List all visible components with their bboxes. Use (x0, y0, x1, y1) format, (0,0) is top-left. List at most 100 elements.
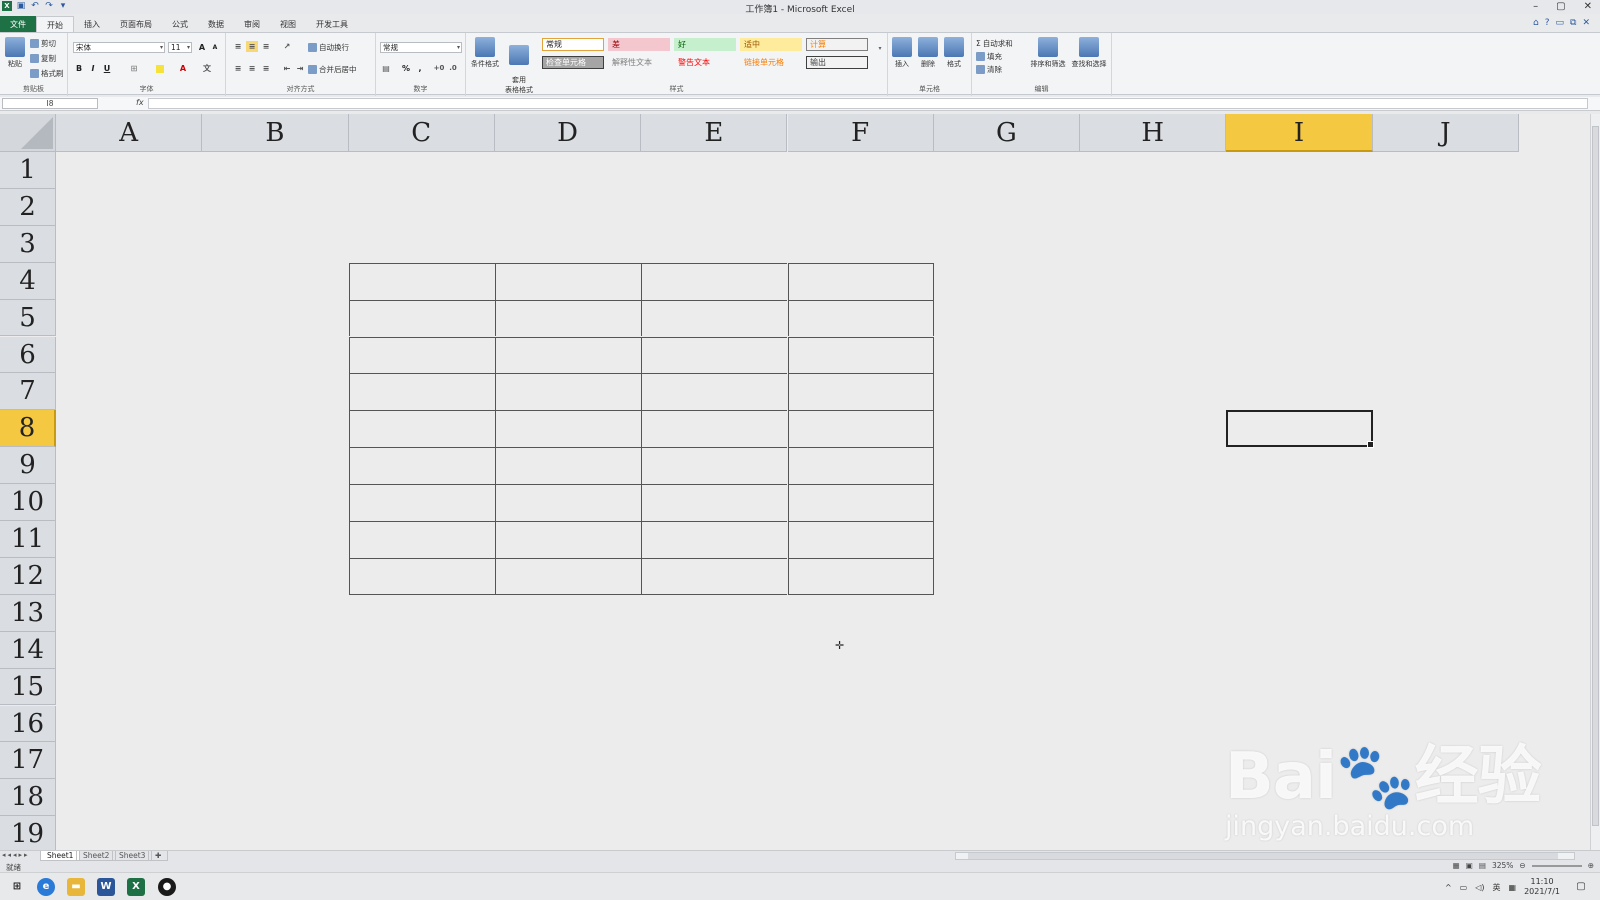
page-layout-view-icon[interactable]: ▣ (1466, 861, 1473, 870)
column-header-c[interactable]: C (348, 114, 495, 152)
sheet-tab-1[interactable]: Sheet1 (40, 851, 81, 861)
table-cell-e4[interactable] (641, 262, 788, 300)
zoom-level[interactable]: 325% (1492, 861, 1513, 870)
network-icon[interactable]: ▭ (1460, 883, 1468, 892)
file-explorer-icon[interactable]: ▬ (67, 878, 85, 896)
copy-button[interactable]: 复制 (30, 53, 56, 64)
align-bottom-icon[interactable]: ≡ (260, 41, 272, 52)
table-cell-d12[interactable] (494, 557, 642, 595)
workbook-restore-icon[interactable]: ⧉ (1570, 18, 1576, 28)
table-cell-c8[interactable] (348, 410, 495, 448)
column-header-i[interactable]: I (1226, 114, 1373, 152)
table-cell-f10[interactable] (787, 484, 934, 521)
table-cell-d5[interactable] (494, 299, 642, 337)
vertical-scroll-thumb[interactable] (1592, 126, 1599, 826)
table-cell-f6[interactable] (787, 336, 934, 374)
cell-style-2[interactable]: 好 (674, 38, 736, 51)
media-app-icon[interactable]: ● (158, 878, 176, 896)
table-cell-d9[interactable] (494, 447, 642, 485)
close-button[interactable]: ✕ (1584, 1, 1592, 12)
align-left-icon[interactable]: ≡ (232, 63, 244, 74)
align-top-icon[interactable]: ≡ (232, 41, 244, 52)
ime-indicator[interactable]: 英 (1493, 882, 1501, 893)
word-icon[interactable]: W (97, 878, 115, 896)
increase-indent-icon[interactable]: ⇥ (294, 63, 306, 74)
italic-button[interactable]: I (87, 63, 99, 74)
volume-icon[interactable]: ◁) (1475, 883, 1484, 892)
shrink-font-button[interactable]: A (209, 42, 221, 53)
tab-insert[interactable]: 插入 (74, 16, 110, 32)
table-cell-d4[interactable] (494, 262, 642, 300)
row-header-4[interactable]: 4 (0, 262, 56, 300)
browser-icon[interactable]: e (37, 878, 55, 896)
clock[interactable]: 11:10 2021/7/1 (1524, 877, 1560, 897)
decrease-decimal-icon[interactable]: .0 (447, 63, 459, 74)
tab-formulas[interactable]: 公式 (162, 16, 198, 32)
column-header-h[interactable]: H (1080, 114, 1227, 152)
wrap-text-button[interactable]: 自动换行 (308, 42, 349, 53)
restore-button[interactable]: ▢ (1556, 1, 1565, 12)
cell-style-5[interactable]: 检查单元格 (542, 56, 604, 69)
font-name-select[interactable]: 宋体 (73, 42, 165, 53)
column-header-j[interactable]: J (1372, 114, 1519, 152)
row-header-9[interactable]: 9 (0, 447, 56, 485)
row-header-11[interactable]: 11 (0, 521, 56, 558)
tab-home[interactable]: 开始 (36, 16, 74, 32)
align-center-icon[interactable]: ≡ (246, 63, 258, 74)
row-header-6[interactable]: 6 (0, 336, 56, 374)
cell-style-8[interactable]: 链接单元格 (740, 56, 802, 69)
cell-style-3[interactable]: 适中 (740, 38, 802, 51)
table-cell-e5[interactable] (641, 299, 788, 337)
table-cell-c10[interactable] (348, 484, 495, 521)
column-header-e[interactable]: E (641, 114, 788, 152)
vertical-scrollbar[interactable] (1590, 114, 1600, 852)
tray-arrow-icon[interactable]: ^ (1445, 883, 1452, 892)
cell-style-6[interactable]: 解释性文本 (608, 56, 670, 69)
tab-view[interactable]: 视图 (270, 16, 306, 32)
column-header-a[interactable]: A (56, 114, 203, 152)
excel-taskbar-icon[interactable]: X (127, 878, 145, 896)
windows-start-icon[interactable]: ⊞ (8, 878, 26, 896)
percent-button[interactable]: % (400, 63, 412, 74)
align-middle-icon[interactable]: ≡ (246, 41, 258, 52)
workbook-close-icon[interactable]: ✕ (1582, 18, 1590, 28)
table-cell-c7[interactable] (348, 373, 495, 411)
table-cell-c4[interactable] (348, 262, 495, 300)
row-header-3[interactable]: 3 (0, 225, 56, 263)
merge-center-button[interactable]: 合并后居中 (308, 64, 357, 75)
format-cells-button[interactable]: 格式 (940, 37, 968, 69)
sheet-tab-3[interactable]: Sheet3 (112, 851, 153, 861)
orientation-icon[interactable]: ↗ (281, 41, 293, 52)
table-cell-d10[interactable] (494, 484, 642, 521)
table-cell-f4[interactable] (787, 262, 934, 300)
row-header-8[interactable]: 8 (0, 410, 56, 448)
tab-page-layout[interactable]: 页面布局 (110, 16, 162, 32)
number-format-select[interactable]: 常规 (380, 42, 462, 53)
page-break-view-icon[interactable]: ▤ (1479, 861, 1486, 870)
delete-cells-button[interactable]: 删除 (914, 37, 942, 69)
conditional-format-button[interactable]: 条件格式 (468, 37, 502, 69)
table-cell-f8[interactable] (787, 410, 934, 448)
zoom-in-icon[interactable]: ⊕ (1588, 861, 1594, 870)
table-cell-e6[interactable] (641, 336, 788, 374)
find-select-button[interactable]: 查找和选择 (1068, 37, 1110, 69)
tab-review[interactable]: 审阅 (234, 16, 270, 32)
decrease-indent-icon[interactable]: ⇤ (281, 63, 293, 74)
ime-mode-icon[interactable]: ▦ (1509, 883, 1517, 892)
table-cell-e9[interactable] (641, 447, 788, 485)
minimize-ribbon-icon[interactable]: ⌂ (1533, 18, 1539, 28)
underline-button[interactable]: U (101, 63, 113, 74)
normal-view-icon[interactable]: ▦ (1453, 861, 1460, 870)
table-cell-f12[interactable] (787, 557, 934, 595)
row-header-7[interactable]: 7 (0, 373, 56, 411)
fill-color-icon[interactable] (156, 65, 164, 73)
help-icon[interactable]: ? (1545, 18, 1550, 28)
table-cell-c12[interactable] (348, 557, 495, 595)
cell-style-4[interactable]: 计算 (806, 38, 868, 51)
gallery-scroll-icon[interactable]: ▾ (874, 43, 886, 54)
cell-style-1[interactable]: 差 (608, 38, 670, 51)
row-header-17[interactable]: 17 (0, 742, 56, 780)
tab-developer[interactable]: 开发工具 (306, 16, 358, 32)
font-color-icon[interactable]: A (177, 63, 189, 74)
name-box[interactable]: I8 (2, 98, 98, 109)
